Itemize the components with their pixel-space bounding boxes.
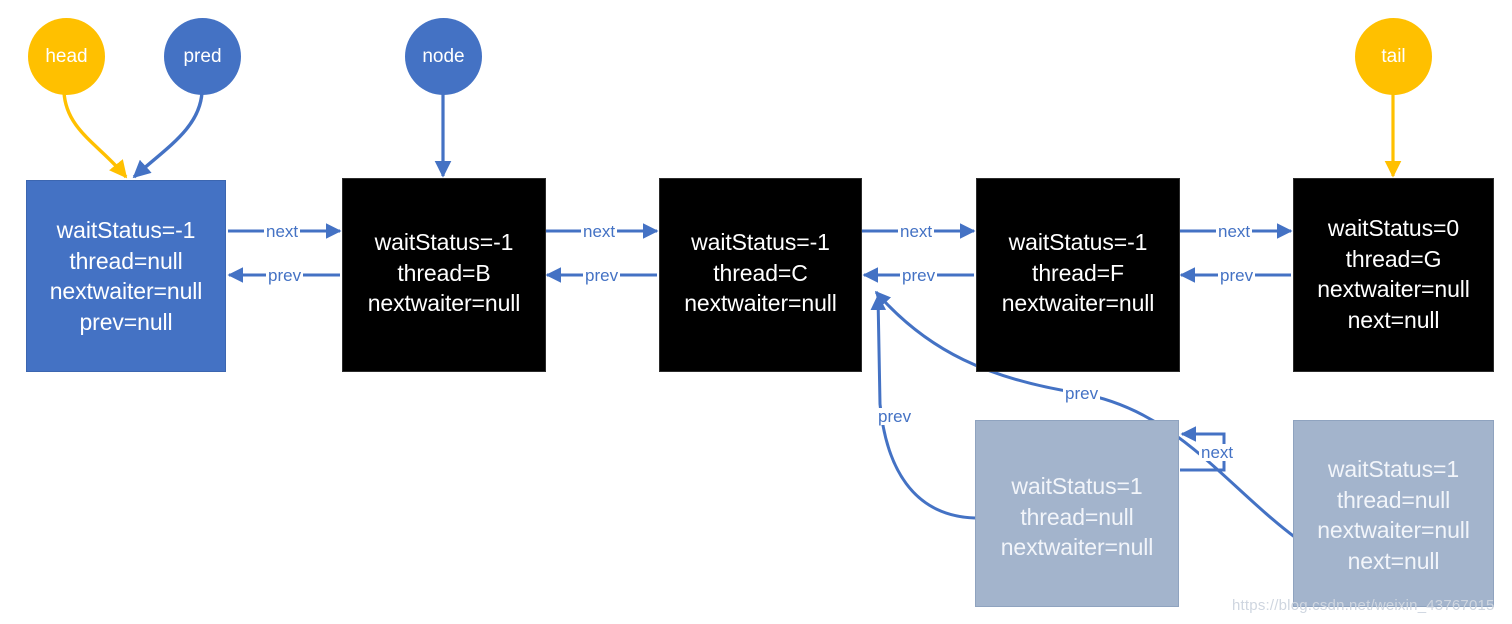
- node-box-thread-g[interactable]: waitStatus=0 thread=G nextwaiter=null ne…: [1293, 178, 1494, 372]
- node-line: nextwaiter=null: [1317, 517, 1470, 544]
- edge-label-prev-1: prev: [266, 266, 304, 285]
- edge-label-prev-3: prev: [900, 266, 938, 285]
- edge-label-next-4: next: [1216, 222, 1253, 241]
- node-line: thread=F: [1032, 259, 1124, 286]
- node-line: nextwaiter=null: [367, 290, 521, 317]
- node-line: nextwaiter=null: [49, 278, 203, 305]
- pointer-head-label: head: [45, 46, 88, 67]
- diagram-canvas: head pred node tail waitStatus=-1 thread…: [0, 0, 1512, 624]
- pointer-node[interactable]: node: [405, 18, 482, 95]
- edge-label-next-2: next: [581, 222, 618, 241]
- pointer-head[interactable]: head: [28, 18, 105, 95]
- node-line: prev=null: [79, 308, 173, 335]
- edge-label-prev-4: prev: [1218, 266, 1256, 285]
- edge-label-prev-2: prev: [583, 266, 621, 285]
- node-box-cancelled-left[interactable]: waitStatus=1 thread=null nextwaiter=null: [975, 420, 1179, 607]
- edge-label-prev-gray-right: prev: [1063, 384, 1101, 403]
- node-line: thread=B: [397, 259, 491, 286]
- node-line: waitStatus=-1: [56, 217, 196, 243]
- pointer-pred-label: pred: [183, 46, 222, 67]
- node-line: nextwaiter=null: [1000, 534, 1154, 561]
- watermark-text: https://blog.csdn.net/weixin_43767015: [1232, 597, 1495, 614]
- edge-label-next-gray: next: [1199, 443, 1236, 462]
- pointer-node-label: node: [422, 46, 465, 67]
- node-line: nextwaiter=null: [684, 290, 837, 317]
- node-line: waitStatus=1: [1327, 456, 1460, 482]
- node-line: waitStatus=-1: [1008, 229, 1148, 255]
- node-line: next=null: [1347, 306, 1440, 333]
- pointer-pred[interactable]: pred: [164, 18, 241, 95]
- node-box-thread-f[interactable]: waitStatus=-1 thread=F nextwaiter=null: [976, 178, 1180, 372]
- node-line: thread=null: [69, 247, 183, 274]
- node-line: thread=G: [1345, 245, 1442, 272]
- node-line: thread=null: [1020, 503, 1134, 530]
- edge-label-next-1: next: [264, 222, 301, 241]
- node-line: next=null: [1347, 547, 1440, 574]
- pointer-tail[interactable]: tail: [1355, 18, 1432, 95]
- node-line: waitStatus=0: [1327, 215, 1460, 241]
- pointer-arrow-head: [62, 91, 128, 179]
- edge-label-next-3: next: [898, 222, 935, 241]
- node-line: thread=null: [1336, 486, 1451, 513]
- pointer-tail-label: tail: [1381, 46, 1406, 67]
- node-line: waitStatus=-1: [691, 229, 830, 255]
- pointer-arrow-pred: [132, 91, 204, 179]
- node-line: nextwaiter=null: [1001, 290, 1155, 317]
- node-line: nextwaiter=null: [1317, 276, 1470, 303]
- edge-label-prev-gray-left: prev: [876, 407, 914, 426]
- node-box-thread-c[interactable]: waitStatus=-1 thread=C nextwaiter=null: [659, 178, 862, 372]
- node-line: waitStatus=1: [1011, 473, 1143, 499]
- node-box-cancelled-right[interactable]: waitStatus=1 thread=null nextwaiter=null…: [1293, 420, 1494, 607]
- node-line: thread=C: [713, 259, 808, 286]
- node-box-head-sentinel[interactable]: waitStatus=-1 thread=null nextwaiter=nul…: [26, 180, 226, 372]
- node-box-thread-b[interactable]: waitStatus=-1 thread=B nextwaiter=null: [342, 178, 546, 372]
- node-line: waitStatus=-1: [374, 229, 514, 255]
